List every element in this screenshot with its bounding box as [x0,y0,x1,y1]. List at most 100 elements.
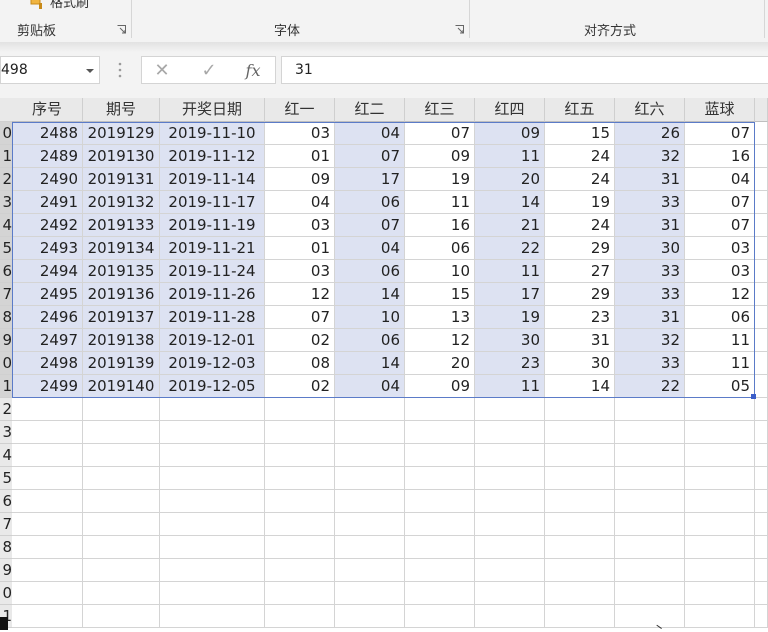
empty-cell[interactable] [545,421,615,444]
table-cell[interactable]: 31 [615,214,685,237]
table-cell[interactable]: 33 [615,260,685,283]
empty-cell[interactable] [265,559,335,582]
table-cell[interactable]: 2019136 [83,283,160,306]
empty-cell[interactable] [755,398,768,421]
empty-cell[interactable] [83,513,160,536]
empty-cell[interactable] [545,490,615,513]
empty-cell[interactable] [475,605,545,628]
empty-cell[interactable] [335,421,405,444]
table-cell[interactable]: 2019133 [83,214,160,237]
table-cell[interactable]: 22 [475,237,545,260]
column-header[interactable]: 红二 [335,98,405,122]
row-header[interactable]: 6 [0,260,12,283]
table-cell[interactable]: 06 [685,306,755,329]
table-cell[interactable]: 04 [265,191,335,214]
table-cell[interactable]: 33 [615,283,685,306]
table-cell[interactable]: 22 [615,375,685,398]
empty-cell[interactable] [475,467,545,490]
row-header[interactable]: 4 [0,214,12,237]
empty-cell[interactable] [545,559,615,582]
empty-cell[interactable] [335,559,405,582]
empty-cell[interactable] [265,490,335,513]
row-header[interactable]: 2 [0,168,12,191]
column-header[interactable]: 开奖日期 [160,98,265,122]
formula-input[interactable]: 31 [281,56,768,84]
empty-cell[interactable] [615,490,685,513]
table-cell[interactable]: 23 [475,352,545,375]
table-cell[interactable]: 2492 [12,214,83,237]
table-cell[interactable]: 2019-11-28 [160,306,265,329]
empty-cell[interactable] [405,536,475,559]
table-cell[interactable]: 2488 [12,122,83,145]
empty-cell[interactable] [685,559,755,582]
empty-cell[interactable] [335,490,405,513]
empty-cell[interactable] [12,582,83,605]
empty-cell[interactable] [685,421,755,444]
empty-cell[interactable] [83,490,160,513]
empty-cell[interactable] [755,490,768,513]
column-header[interactable]: 红五 [545,98,615,122]
table-cell[interactable]: 27 [545,260,615,283]
empty-cell[interactable] [335,536,405,559]
empty-cell[interactable] [685,582,755,605]
table-cell[interactable]: 12 [265,283,335,306]
table-cell[interactable]: 19 [405,168,475,191]
empty-cell[interactable] [265,582,335,605]
table-cell[interactable]: 2495 [12,283,83,306]
column-header[interactable]: 序号 [12,98,83,122]
empty-cell[interactable] [475,536,545,559]
empty-cell[interactable] [335,582,405,605]
table-cell[interactable]: 2493 [12,237,83,260]
empty-cell[interactable] [755,214,768,237]
empty-cell[interactable] [755,122,768,145]
table-cell[interactable]: 15 [545,122,615,145]
empty-cell[interactable] [685,490,755,513]
empty-cell[interactable] [615,605,685,628]
empty-cell[interactable] [83,444,160,467]
table-cell[interactable]: 07 [335,145,405,168]
empty-cell[interactable] [545,582,615,605]
table-cell[interactable]: 29 [545,237,615,260]
row-header[interactable]: 0 [0,582,12,605]
table-cell[interactable]: 2019132 [83,191,160,214]
table-cell[interactable]: 03 [265,214,335,237]
table-cell[interactable]: 2019-12-03 [160,352,265,375]
empty-cell[interactable] [615,582,685,605]
empty-cell[interactable] [545,605,615,628]
table-cell[interactable]: 09 [475,122,545,145]
empty-cell[interactable] [615,421,685,444]
empty-cell[interactable] [265,444,335,467]
empty-cell[interactable] [615,513,685,536]
table-cell[interactable]: 14 [335,352,405,375]
table-cell[interactable]: 24 [545,214,615,237]
table-cell[interactable]: 33 [615,191,685,214]
empty-cell[interactable] [545,398,615,421]
empty-cell[interactable] [755,306,768,329]
table-cell[interactable]: 30 [545,352,615,375]
name-box[interactable]: 498 [0,56,100,84]
table-cell[interactable]: 06 [405,237,475,260]
row-header[interactable]: 9 [0,559,12,582]
clipboard-launcher-icon[interactable] [117,25,126,34]
empty-cell[interactable] [405,444,475,467]
row-header[interactable]: 8 [0,306,12,329]
empty-cell[interactable] [83,398,160,421]
table-cell[interactable]: 2019-12-05 [160,375,265,398]
empty-cell[interactable] [755,559,768,582]
table-cell[interactable]: 04 [685,168,755,191]
table-cell[interactable]: 11 [475,260,545,283]
empty-cell[interactable] [475,582,545,605]
row-header[interactable]: 7 [0,283,12,306]
table-cell[interactable]: 24 [545,168,615,191]
table-cell[interactable]: 26 [615,122,685,145]
row-header[interactable]: 0 [0,122,12,145]
table-cell[interactable]: 2019-11-17 [160,191,265,214]
table-cell[interactable]: 32 [615,329,685,352]
table-cell[interactable]: 2497 [12,329,83,352]
table-cell[interactable]: 31 [615,168,685,191]
cancel-icon[interactable]: ✕ [150,61,174,81]
empty-cell[interactable] [685,536,755,559]
table-cell[interactable]: 04 [335,237,405,260]
empty-cell[interactable] [755,444,768,467]
empty-cell[interactable] [405,559,475,582]
